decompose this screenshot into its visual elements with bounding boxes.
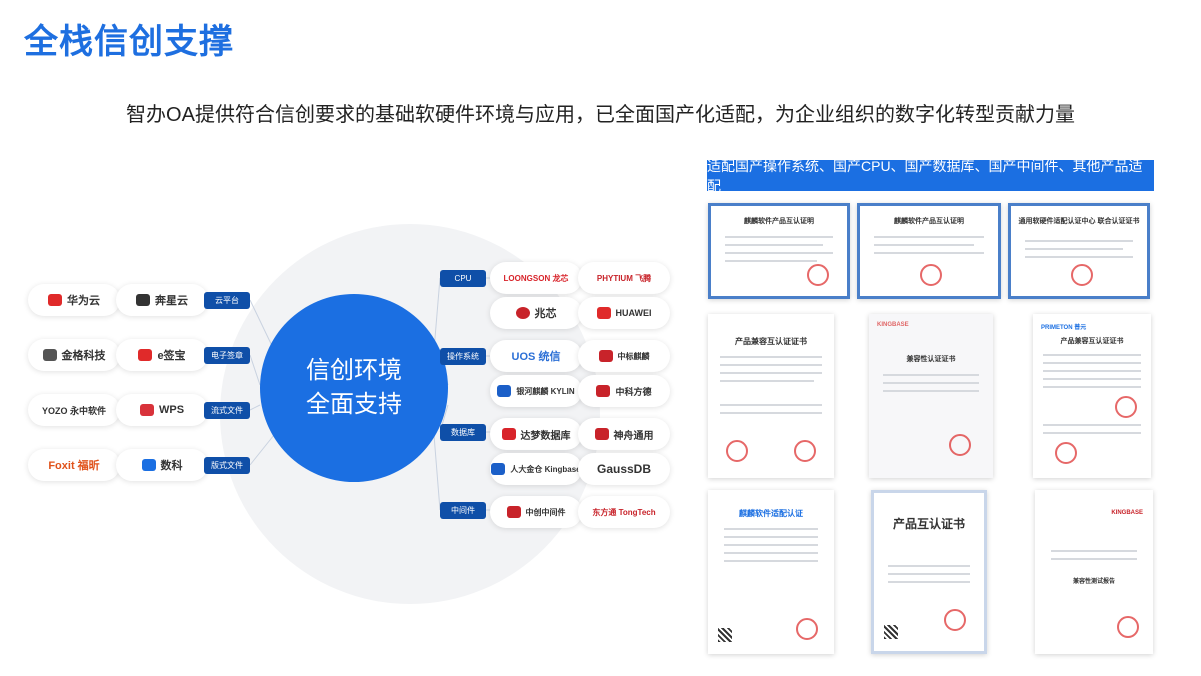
- tag-database: 数据库: [440, 424, 486, 441]
- core-line-1: 信创环境: [306, 357, 402, 384]
- logo-phytium: PHYTIUM 飞腾: [578, 262, 670, 294]
- logo-kylin: 银河麒麟 KYLIN: [490, 375, 582, 407]
- logo-dameng: 达梦数据库: [490, 418, 582, 450]
- logo-foxit: Foxit 福昕: [28, 449, 120, 481]
- tag-stream-file: 流式文件: [204, 402, 250, 419]
- logo-jinge: 金格科技: [28, 339, 120, 371]
- logo-huawei: HUAWEI: [578, 297, 670, 329]
- logo-zhongchuang: 中创中间件: [490, 496, 582, 528]
- tag-cloud: 云平台: [204, 292, 250, 309]
- logo-benxingyun: 奔星云: [116, 284, 208, 316]
- logo-uos: UOS 统信: [490, 340, 582, 372]
- logo-neokylin: 中标麒麟: [578, 340, 670, 372]
- logo-kingbase: 人大金仓 Kingbase: [490, 453, 582, 485]
- logo-esign: e签宝: [116, 339, 208, 371]
- certificate: 麒麟软件产品互认证明: [708, 203, 850, 299]
- tag-middleware: 中间件: [440, 502, 486, 519]
- logo-zhaoxin: 兆芯: [490, 297, 582, 329]
- logo-loongson: LOONGSON 龙芯: [490, 262, 582, 294]
- page-subtitle: 智办OA提供符合信创要求的基础软硬件环境与应用，已全面国产化适配，为企业组织的数…: [126, 104, 1075, 126]
- certificate: KINGBASE 兼容性认证证书: [869, 314, 993, 478]
- certificate: KINGBASE 兼容性测试报告: [1035, 490, 1153, 654]
- adaptation-banner: 适配国产操作系统、国产CPU、国产数据库、国产中间件、其他产品适配: [707, 158, 1154, 194]
- logo-yozo: YOZO 永中软件: [28, 394, 120, 426]
- core-line-2: 全面支持: [306, 391, 402, 418]
- certificate: 麒麟软件适配认证: [708, 490, 834, 654]
- core-circle: 信创环境 全面支持: [260, 294, 448, 482]
- tag-layout-file: 版式文件: [204, 457, 250, 474]
- logo-shuke: 数科: [116, 449, 208, 481]
- tag-cpu: CPU: [440, 270, 486, 287]
- page-title: 全栈信创支撑: [24, 23, 234, 61]
- logo-wps: WPS: [116, 394, 208, 426]
- certificate: 通用软硬件适配认证中心 联合认证证书: [1008, 203, 1150, 299]
- logo-huaweicloud: 华为云: [28, 284, 120, 316]
- logo-gaussdb: GaussDB: [578, 453, 670, 485]
- logo-nfschina: 中科方德: [578, 375, 670, 407]
- tag-esignature: 电子签章: [204, 347, 250, 364]
- certificate: 麒麟软件产品互认证明: [857, 203, 1001, 299]
- certificate: PRIMETON 普元 产品兼容互认证证书: [1033, 314, 1151, 478]
- logo-tongtech: 东方通 TongTech: [578, 496, 670, 528]
- certificate: 产品互认证书: [871, 490, 987, 654]
- certificate: 产品兼容互认证证书: [708, 314, 834, 478]
- tag-os: 操作系统: [440, 348, 486, 365]
- xinchuang-diagram: 信创环境 全面支持 华为云 奔星云 云平台 金格科技 e签宝 电子签章 YOZO…: [0, 180, 700, 676]
- logo-shenzhou: 神舟通用: [578, 418, 670, 450]
